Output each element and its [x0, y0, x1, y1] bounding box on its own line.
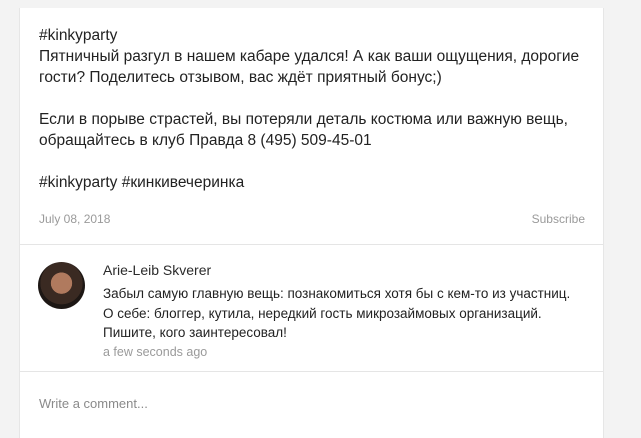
comment-line: Пишите, кого заинтересовал!	[103, 325, 287, 340]
comment-line: О себе: блоггер, кутила, нередкий гость …	[103, 305, 542, 321]
post-paragraph-gap	[39, 88, 589, 109]
comment-body: Arie-Leib Skverer Забыл самую главную ве…	[103, 262, 598, 361]
post-line: обращайтесь в клуб Правда 8 (495) 509-45…	[39, 132, 372, 149]
comment-input[interactable]	[39, 393, 579, 413]
subscribe-link[interactable]: Subscribe	[532, 212, 585, 226]
post-line: Пятничный разгул в нашем кабаре удался! …	[39, 48, 580, 65]
comment-text: Забыл самую главную вещь: познакомиться …	[103, 284, 598, 343]
post-line: Если в порыве страстей, вы потеряли дета…	[39, 111, 568, 128]
divider	[20, 244, 603, 245]
comment-author[interactable]: Arie-Leib Skverer	[103, 262, 598, 279]
post-date: July 08, 2018	[39, 212, 111, 226]
comment-line: Забыл самую главную вещь: познакомиться …	[103, 286, 571, 301]
post-text: #kinkyparty Пятничный разгул в нашем каб…	[39, 25, 589, 193]
post-line: гости? Поделитесь отзывом, вас ждёт прия…	[39, 69, 442, 86]
post-hashtag-line[interactable]: #kinkyparty	[39, 25, 589, 46]
post-card: #kinkyparty Пятничный разгул в нашем каб…	[19, 8, 604, 438]
avatar[interactable]	[38, 262, 85, 309]
post-hashtags-line[interactable]: #kinkyparty #кинкивечеринка	[39, 172, 589, 193]
post-paragraph-gap	[39, 151, 589, 172]
comment-timestamp[interactable]: a few seconds ago	[103, 344, 598, 361]
divider	[20, 371, 603, 372]
